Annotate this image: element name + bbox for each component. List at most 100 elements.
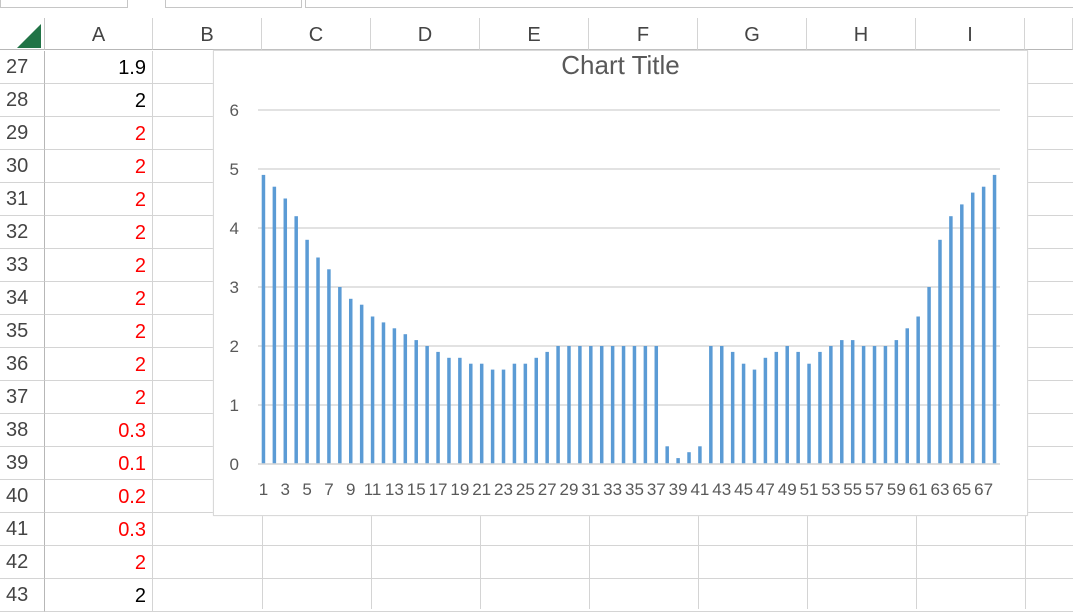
bar[interactable] <box>872 346 877 464</box>
bar[interactable] <box>283 198 288 465</box>
column-header-d[interactable]: D <box>371 18 480 50</box>
column-header-blank[interactable] <box>1025 18 1073 50</box>
bar[interactable] <box>883 346 888 464</box>
bar[interactable] <box>436 351 440 464</box>
bar[interactable] <box>916 316 920 465</box>
bar[interactable] <box>349 298 353 464</box>
column-header-f[interactable]: F <box>589 18 698 50</box>
row-header[interactable]: 43 <box>0 579 45 612</box>
bar[interactable] <box>534 357 539 464</box>
bar[interactable] <box>741 363 746 464</box>
cell-a[interactable]: 0.3 <box>45 513 153 546</box>
bar[interactable] <box>403 334 408 464</box>
bar[interactable] <box>632 346 637 464</box>
bar[interactable] <box>698 446 702 464</box>
cell-a[interactable]: 2 <box>45 381 153 414</box>
bar[interactable] <box>643 346 648 464</box>
bar[interactable] <box>370 316 375 465</box>
bar[interactable] <box>610 346 615 464</box>
column-header-b[interactable]: B <box>153 18 262 50</box>
formula-buttons[interactable] <box>165 0 302 8</box>
column-header-e[interactable]: E <box>480 18 589 50</box>
bar[interactable] <box>381 322 386 464</box>
cell-a[interactable]: 0.3 <box>45 414 153 447</box>
bar[interactable] <box>807 363 811 464</box>
bar[interactable] <box>785 346 789 464</box>
bar[interactable] <box>447 357 451 464</box>
bar[interactable] <box>796 351 800 464</box>
row-header[interactable]: 38 <box>0 414 45 447</box>
bar[interactable] <box>523 363 528 464</box>
bar[interactable] <box>676 458 680 464</box>
bar[interactable] <box>840 340 844 464</box>
row-header[interactable]: 33 <box>0 249 45 282</box>
row-header[interactable]: 29 <box>0 117 45 150</box>
bar[interactable] <box>665 446 669 464</box>
column-header-a[interactable]: A <box>45 18 153 50</box>
bar[interactable] <box>752 369 757 464</box>
bar[interactable] <box>469 363 473 464</box>
bar[interactable] <box>970 192 975 464</box>
bar[interactable] <box>763 357 768 464</box>
bar[interactable] <box>687 452 691 464</box>
bar[interactable] <box>589 346 593 464</box>
bar[interactable] <box>414 340 418 464</box>
row-header[interactable]: 32 <box>0 216 45 249</box>
bar[interactable] <box>578 346 582 464</box>
row-header[interactable]: 40 <box>0 480 45 513</box>
bar[interactable] <box>316 257 320 465</box>
column-header-i[interactable]: I <box>916 18 1025 50</box>
bar[interactable] <box>556 346 560 464</box>
cell-a[interactable]: 2 <box>45 546 153 579</box>
cell-a[interactable]: 2 <box>45 249 153 282</box>
row-header[interactable]: 36 <box>0 348 45 381</box>
bar[interactable] <box>850 340 855 464</box>
cell-a[interactable]: 2 <box>45 315 153 348</box>
row-header[interactable]: 37 <box>0 381 45 414</box>
bar[interactable] <box>261 174 266 464</box>
bar[interactable] <box>894 340 899 464</box>
bar[interactable] <box>512 363 517 464</box>
cell-a[interactable]: 1.9 <box>45 51 153 84</box>
bar[interactable] <box>501 369 506 464</box>
bar[interactable] <box>338 287 342 464</box>
name-box[interactable] <box>0 0 128 8</box>
bar[interactable] <box>327 269 331 464</box>
cell-a[interactable]: 2 <box>45 348 153 381</box>
row-header[interactable]: 39 <box>0 447 45 480</box>
cell-a[interactable]: 2 <box>45 84 153 117</box>
row-header[interactable]: 34 <box>0 282 45 315</box>
bar[interactable] <box>938 239 942 464</box>
bar[interactable] <box>905 328 910 464</box>
cell-a[interactable]: 2 <box>45 579 153 612</box>
column-header-h[interactable]: H <box>807 18 916 50</box>
bar[interactable] <box>949 216 953 464</box>
row-header[interactable]: 30 <box>0 150 45 183</box>
bar[interactable] <box>992 174 997 464</box>
row-header[interactable]: 35 <box>0 315 45 348</box>
bar[interactable] <box>392 328 397 464</box>
row-header[interactable]: 28 <box>0 84 45 117</box>
bar[interactable] <box>709 346 713 464</box>
cell-a[interactable]: 2 <box>45 216 153 249</box>
bar[interactable] <box>730 351 735 464</box>
bar[interactable] <box>490 369 495 464</box>
column-header-g[interactable]: G <box>698 18 807 50</box>
bar[interactable] <box>425 346 429 464</box>
bar[interactable] <box>479 363 484 464</box>
bar[interactable] <box>720 346 724 464</box>
bar[interactable] <box>774 351 779 464</box>
bar[interactable] <box>458 357 462 464</box>
bar[interactable] <box>359 304 364 464</box>
column-header-c[interactable]: C <box>262 18 371 50</box>
row-header[interactable]: 42 <box>0 546 45 579</box>
row-header[interactable]: 27 <box>0 51 45 84</box>
cell-a[interactable]: 2 <box>45 117 153 150</box>
bar[interactable] <box>927 287 931 464</box>
bar[interactable] <box>545 351 549 464</box>
chart[interactable]: Chart Title 0 1 2 3 4 5 6 1 3 5 7 9 11 13 15 17 19 21 23 25… <box>213 50 1028 516</box>
bar[interactable] <box>567 346 571 464</box>
bar[interactable] <box>272 186 277 464</box>
formula-input[interactable] <box>305 0 1073 8</box>
bar[interactable] <box>599 346 604 464</box>
